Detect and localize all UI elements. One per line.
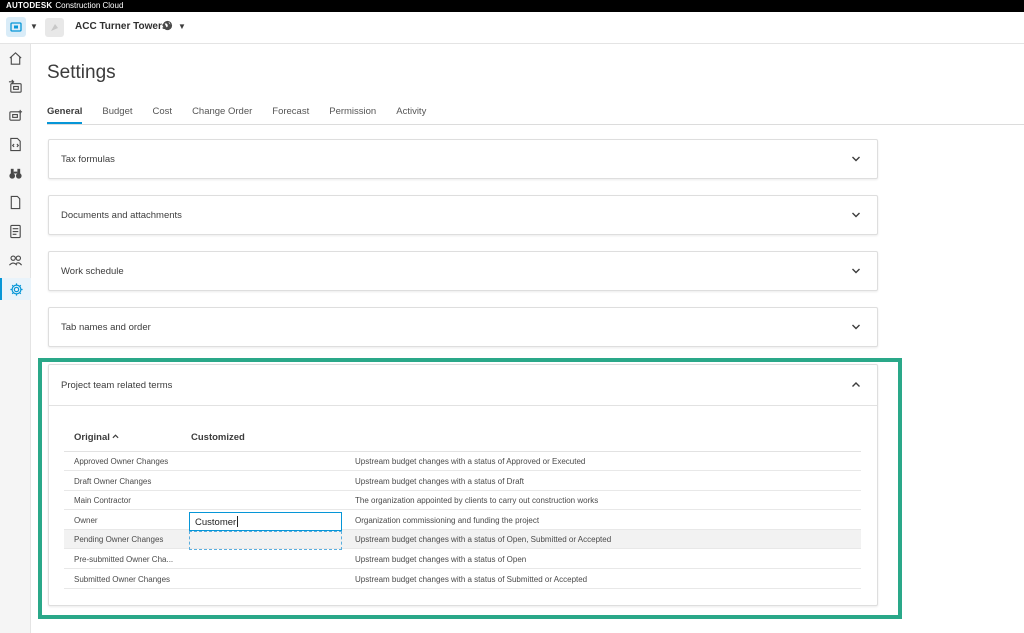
people-icon [8, 254, 23, 266]
nav-item-2[interactable] [0, 75, 31, 97]
panel-title: Tax formulas [61, 154, 115, 165]
project-chevron-down-icon[interactable]: ▼ [178, 22, 186, 31]
tab-forecast[interactable]: Forecast [272, 106, 309, 124]
project-image-icon [51, 24, 58, 31]
nav-settings[interactable] [0, 278, 31, 300]
chevron-down-icon[interactable] [851, 322, 861, 332]
settings-tabs: General Budget Cost Change Order Forecas… [47, 106, 446, 124]
tab-permission[interactable]: Permission [329, 106, 376, 124]
globe-icon [162, 20, 173, 31]
project-thumbnail[interactable] [45, 18, 64, 37]
panel-tax-formulas[interactable]: Tax formulas [48, 139, 878, 179]
code-doc-icon [10, 137, 21, 151]
home-icon [9, 51, 22, 65]
tab-budget[interactable]: Budget [102, 106, 132, 124]
brand-bar: AUTODESK Construction Cloud [0, 0, 1024, 12]
chevron-down-icon[interactable]: ▼ [30, 22, 38, 31]
brand-name: AUTODESK [6, 1, 53, 10]
tab-cost[interactable]: Cost [153, 106, 173, 124]
panel-title: Documents and attachments [61, 210, 182, 221]
checklist-icon [10, 224, 21, 238]
tab-change-order[interactable]: Change Order [192, 106, 252, 124]
highlight-frame [38, 358, 902, 619]
project-name[interactable]: ACC Turner Towers [75, 21, 167, 32]
panel-tab-names-order[interactable]: Tab names and order [48, 307, 878, 347]
panel-title: Tab names and order [61, 322, 151, 333]
nav-item-5[interactable] [0, 162, 31, 184]
panel-documents-attachments[interactable]: Documents and attachments [48, 195, 878, 235]
binoculars-icon [9, 168, 22, 179]
camera-box-icon [9, 109, 23, 121]
page-title: Settings [47, 62, 116, 83]
chevron-down-icon[interactable] [851, 154, 861, 164]
product-name: Construction Cloud [55, 1, 124, 10]
gear-icon [10, 282, 23, 296]
nav-item-4[interactable] [0, 133, 31, 155]
tab-activity[interactable]: Activity [396, 106, 426, 124]
module-switcher-button[interactable] [6, 17, 26, 37]
nav-item-6[interactable] [0, 191, 31, 213]
chevron-down-icon[interactable] [851, 210, 861, 220]
box-arrow-icon [8, 79, 22, 93]
document-icon [10, 195, 21, 209]
tab-general[interactable]: General [47, 106, 83, 124]
chevron-down-icon[interactable] [851, 266, 861, 276]
nav-item-3[interactable] [0, 104, 31, 126]
panel-title: Work schedule [61, 266, 124, 277]
app-header: ▼ ACC Turner Towers ▼ [0, 12, 1024, 44]
nav-item-7[interactable] [0, 220, 31, 242]
nav-item-8[interactable] [0, 249, 31, 271]
left-sidebar [0, 44, 31, 633]
nav-home[interactable] [0, 47, 31, 69]
module-switcher-icon [10, 22, 22, 32]
tabs-divider [47, 124, 1024, 125]
panel-work-schedule[interactable]: Work schedule [48, 251, 878, 291]
